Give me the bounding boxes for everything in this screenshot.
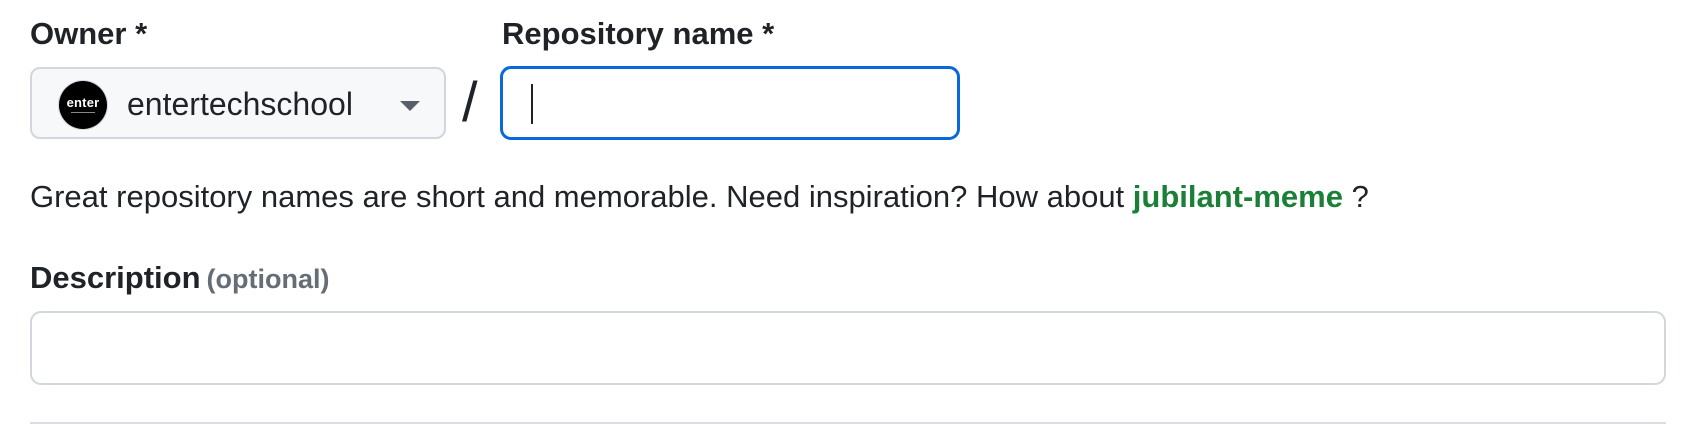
hint-suffix: ? [1342, 179, 1369, 214]
owner-label: Owner * [30, 16, 148, 51]
avatar-logo-line [71, 111, 95, 113]
optional-tag: (optional) [206, 264, 330, 294]
description-input[interactable] [30, 311, 1666, 385]
description-label: Description (optional) [30, 260, 330, 297]
repository-name-label: Repository name * [502, 16, 775, 51]
owner-dropdown[interactable]: enter entertechschool [30, 67, 446, 139]
owner-avatar: enter [59, 81, 107, 129]
text-cursor [531, 84, 533, 124]
repository-name-input[interactable] [500, 66, 960, 140]
chevron-down-icon [400, 101, 420, 111]
hint-prefix: Great repository names are short and mem… [30, 179, 1133, 214]
owner-repo-separator: / [462, 70, 478, 133]
new-repository-form: Owner * Repository name * enter entertec… [0, 0, 1694, 448]
suggested-name-link[interactable]: jubilant-meme [1133, 179, 1343, 214]
owner-name: entertechschool [127, 86, 353, 122]
description-label-text: Description [30, 260, 201, 295]
section-divider [30, 422, 1666, 424]
avatar-logo-text: enter [66, 94, 100, 110]
repository-name-hint: Great repository names are short and mem… [30, 178, 1369, 216]
